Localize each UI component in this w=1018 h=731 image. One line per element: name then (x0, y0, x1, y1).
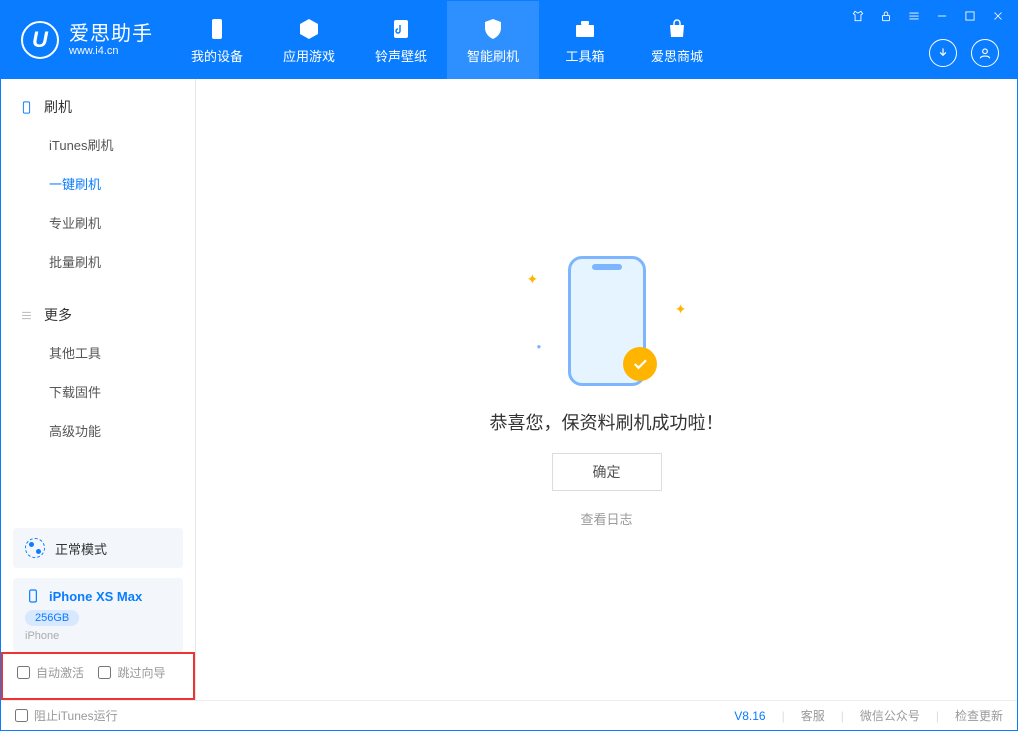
checkbox-auto-activate[interactable]: 自动激活 (17, 664, 84, 681)
app-header: U 爱思助手 www.i4.cn 我的设备 应用游戏 铃声壁纸 智能刷机 工具箱 (1, 1, 1017, 79)
app-name: 爱思助手 (69, 23, 153, 45)
version-label: V8.16 (734, 709, 765, 723)
tab-smart-flash[interactable]: 智能刷机 (447, 1, 539, 79)
tab-my-device[interactable]: 我的设备 (171, 1, 263, 79)
footer-link-wechat[interactable]: 微信公众号 (860, 707, 920, 724)
sidebar-item-pro-flash[interactable]: 专业刷机 (1, 203, 195, 242)
success-illustration: ✦ ✦ ● (507, 251, 707, 391)
tab-store[interactable]: 爱思商城 (631, 1, 723, 79)
footer-link-service[interactable]: 客服 (801, 707, 825, 724)
toolbox-icon (572, 16, 598, 42)
tab-toolbox[interactable]: 工具箱 (539, 1, 631, 79)
check-badge-icon (623, 347, 657, 381)
tab-label: 我的设备 (191, 46, 243, 65)
shirt-icon[interactable] (847, 5, 869, 27)
menu-icon[interactable] (903, 5, 925, 27)
device-card[interactable]: iPhone XS Max 256GB iPhone (13, 578, 183, 652)
footer-link-update[interactable]: 检查更新 (955, 707, 1003, 724)
cube-icon (296, 16, 322, 42)
device-mode-card[interactable]: 正常模式 (13, 528, 183, 568)
tab-label: 工具箱 (565, 46, 604, 65)
checkbox-label: 自动激活 (36, 664, 84, 681)
minimize-icon[interactable] (931, 5, 953, 27)
lock-icon[interactable] (875, 5, 897, 27)
main-tabs: 我的设备 应用游戏 铃声壁纸 智能刷机 工具箱 爱思商城 (171, 1, 723, 79)
sidebar-item-itunes-flash[interactable]: iTunes刷机 (1, 125, 195, 164)
sparkle-icon: ✦ (527, 271, 539, 288)
device-icon (19, 100, 34, 115)
checkbox-input[interactable] (98, 666, 111, 679)
mode-label: 正常模式 (55, 539, 107, 558)
checkbox-label: 跳过向导 (117, 664, 165, 681)
checkbox-input[interactable] (15, 709, 28, 722)
mode-icon (25, 538, 45, 558)
sidebar-item-other-tools[interactable]: 其他工具 (1, 333, 195, 372)
main-content: ✦ ✦ ● 恭喜您，保资料刷机成功啦！ 确定 查看日志 (196, 79, 1017, 700)
checkbox-input[interactable] (17, 666, 30, 679)
list-icon (19, 308, 34, 323)
checkbox-skip-guide[interactable]: 跳过向导 (98, 664, 165, 681)
phone-icon (204, 16, 230, 42)
tab-label: 铃声壁纸 (375, 46, 427, 65)
dot-icon: ● (537, 342, 542, 351)
tab-ringtones[interactable]: 铃声壁纸 (355, 1, 447, 79)
header-actions (929, 39, 999, 67)
tab-label: 应用游戏 (283, 46, 335, 65)
separator: | (841, 709, 844, 723)
sidebar-item-oneclick-flash[interactable]: 一键刷机 (1, 164, 195, 203)
separator: | (782, 709, 785, 723)
success-message: 恭喜您，保资料刷机成功啦！ (490, 409, 724, 435)
tab-label: 爱思商城 (651, 46, 703, 65)
footer: 阻止iTunes运行 V8.16 | 客服 | 微信公众号 | 检查更新 (1, 700, 1017, 730)
sidebar-item-advanced[interactable]: 高级功能 (1, 411, 195, 450)
bag-icon (664, 16, 690, 42)
sidebar-item-batch-flash[interactable]: 批量刷机 (1, 242, 195, 281)
checkbox-label: 阻止iTunes运行 (34, 707, 118, 724)
sidebar: 刷机 iTunes刷机 一键刷机 专业刷机 批量刷机 更多 其他工具 下载固件 … (1, 79, 196, 700)
device-type: iPhone (25, 630, 171, 642)
separator: | (936, 709, 939, 723)
view-log-link[interactable]: 查看日志 (580, 509, 632, 528)
window-controls (847, 5, 1009, 27)
ok-button[interactable]: 确定 (552, 453, 662, 491)
sidebar-section-flash: 刷机 (1, 97, 195, 125)
phone-small-icon (25, 588, 41, 604)
sparkle-icon: ✦ (675, 301, 687, 318)
shield-refresh-icon (480, 16, 506, 42)
user-icon[interactable] (971, 39, 999, 67)
logo-block: U 爱思助手 www.i4.cn (1, 1, 171, 79)
device-storage-badge: 256GB (25, 610, 79, 626)
app-url: www.i4.cn (69, 45, 153, 57)
download-icon[interactable] (929, 39, 957, 67)
maximize-icon[interactable] (959, 5, 981, 27)
close-icon[interactable] (987, 5, 1009, 27)
section-title: 更多 (44, 305, 72, 325)
sidebar-options-highlight: 自动激活 跳过向导 (1, 652, 195, 700)
sidebar-item-download-firmware[interactable]: 下载固件 (1, 372, 195, 411)
device-name: iPhone XS Max (49, 589, 142, 604)
sidebar-section-more: 更多 (1, 305, 195, 333)
music-icon (388, 16, 414, 42)
tab-apps-games[interactable]: 应用游戏 (263, 1, 355, 79)
checkbox-block-itunes[interactable]: 阻止iTunes运行 (15, 707, 118, 724)
tab-label: 智能刷机 (467, 46, 519, 65)
logo-icon: U (21, 21, 59, 59)
section-title: 刷机 (44, 97, 72, 117)
